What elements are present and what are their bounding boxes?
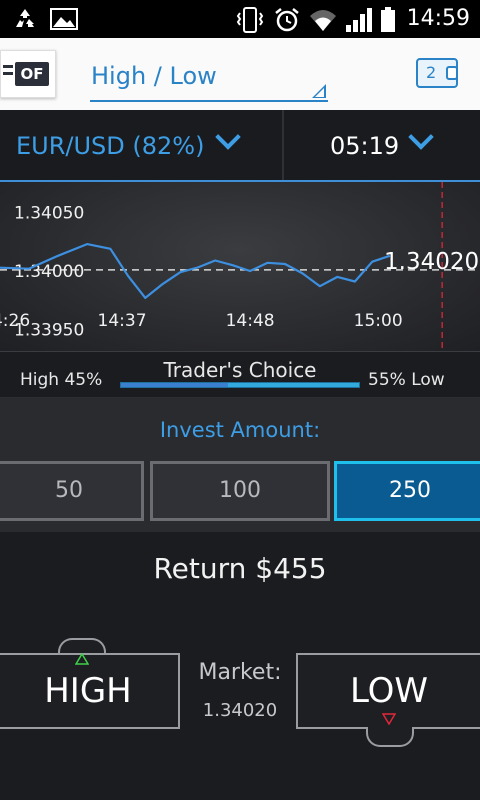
down-arrow-icon — [382, 713, 396, 725]
price-chart[interactable]: 1.340501.340001.3395014:2614:3714:4815:0… — [0, 182, 480, 352]
x-tick-label: 14:37 — [98, 311, 147, 331]
current-price-label: 1.34020 — [384, 249, 479, 275]
asset-selector[interactable]: EUR/USD (82%) — [0, 110, 284, 180]
menu-icon — [3, 65, 13, 83]
up-arrow-icon — [75, 653, 89, 665]
x-tick-label: 15:00 — [354, 311, 403, 331]
chevron-down-icon — [408, 124, 434, 150]
y-tick-label: 1.34050 — [14, 203, 84, 223]
recycle-icon — [16, 9, 34, 27]
vibrate-icon — [236, 7, 264, 33]
open-positions-button[interactable]: 2 — [416, 58, 458, 88]
sentiment-bar-fill — [121, 383, 229, 387]
x-tick-label: 14:48 — [226, 311, 275, 331]
traders-choice-title: Trader's Choice — [163, 358, 317, 382]
price-chart-svg: 1.340501.340001.3395014:2614:3714:4815:0… — [0, 182, 480, 351]
chevron-down-icon — [215, 124, 241, 150]
app-header: OF High / Low 2 — [0, 38, 480, 110]
alarm-icon — [275, 8, 299, 32]
return-amount: Return $455 — [153, 552, 327, 585]
status-bar: 14:59 — [0, 0, 480, 38]
trade-mode-select[interactable]: High / Low — [90, 60, 328, 102]
battery-icon — [381, 7, 395, 32]
traders-choice: High 45% Trader's Choice 55% Low — [0, 352, 480, 398]
low-sentiment: 55% Low — [368, 370, 445, 390]
market-label: Market: — [198, 660, 282, 685]
signal-icon — [346, 8, 372, 32]
open-positions-count: 2 — [426, 63, 437, 82]
low-sentiment-label: Low — [411, 370, 445, 390]
market-value: 1.34020 — [202, 700, 278, 721]
invest-amount-panel: Invest Amount: 50 100 250 — [0, 398, 480, 532]
image-icon — [50, 8, 78, 30]
menu-logo-button[interactable]: OF — [0, 50, 56, 98]
expiry-label: 05:19 — [330, 132, 400, 160]
high-button-label: HIGH — [44, 671, 132, 711]
x-tick-label: 14:26 — [0, 311, 30, 331]
invest-amount-title: Invest Amount: — [159, 418, 321, 442]
expiry-selector[interactable]: 05:19 — [286, 110, 480, 180]
low-button-label: LOW — [349, 671, 429, 711]
sentiment-bar — [120, 382, 360, 388]
logo: OF — [15, 62, 49, 86]
wifi-icon — [310, 10, 336, 31]
high-sentiment-label: High — [20, 370, 60, 390]
high-sentiment-pct: 45% — [64, 370, 103, 390]
high-sentiment: High 45% — [20, 370, 102, 390]
amount-option-250[interactable]: 250 — [334, 461, 480, 521]
wallet-icon — [446, 66, 458, 80]
trade-panel: Return $455 HIGH Market: 1.34020 LOW — [0, 532, 480, 800]
clock: 14:59 — [406, 6, 470, 31]
asset-label: EUR/USD (82%) — [16, 132, 205, 160]
y-tick-label: 1.34000 — [14, 262, 84, 282]
selectors-bar: EUR/USD (82%) 05:19 — [0, 110, 480, 182]
low-sentiment-pct: 55% — [368, 370, 406, 390]
trade-mode-label: High / Low — [91, 62, 217, 90]
high-button[interactable]: HIGH — [0, 653, 180, 729]
app-screen: 14:59 OF High / Low 2 EUR/USD (82%) 05:1… — [0, 0, 480, 800]
amount-option-100[interactable]: 100 — [150, 461, 330, 521]
amount-option-50[interactable]: 50 — [0, 461, 144, 521]
